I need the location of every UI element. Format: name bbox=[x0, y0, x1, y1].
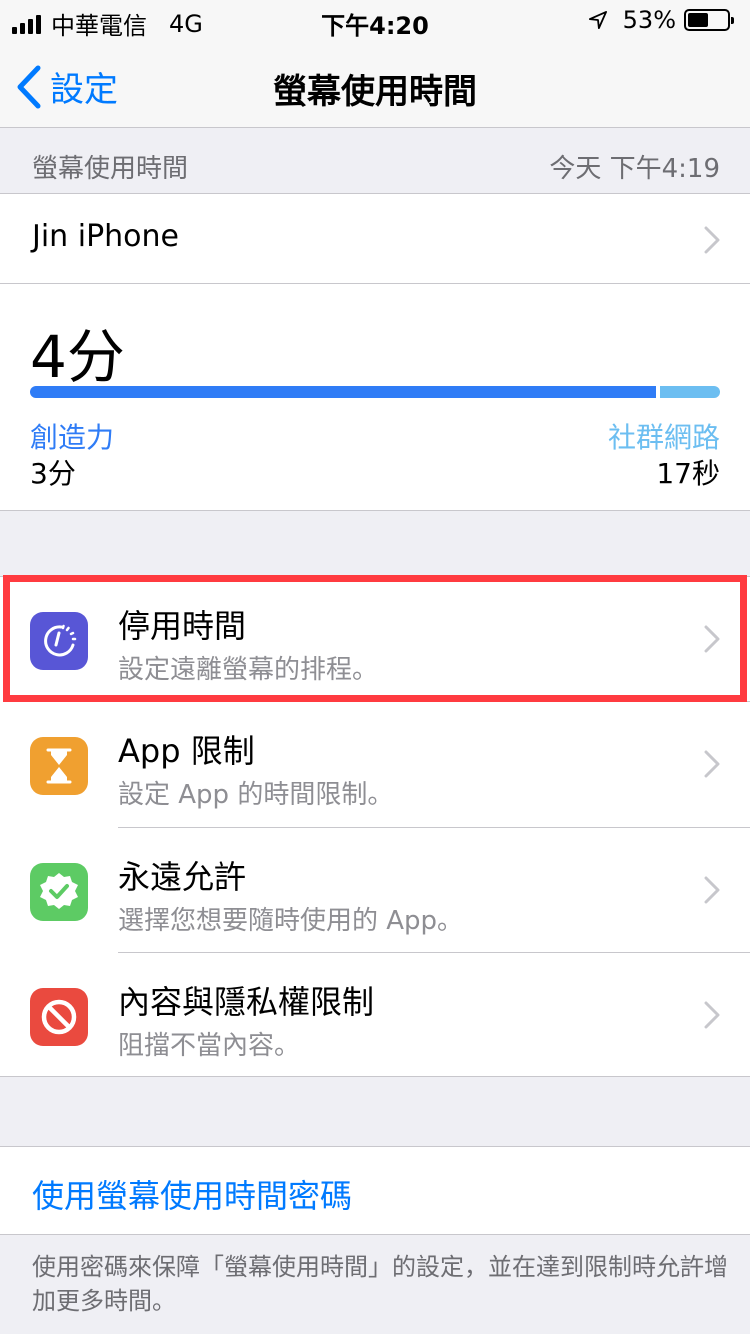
chevron-right-icon bbox=[704, 226, 720, 254]
summary-timestamp: 今天 下午4:19 bbox=[549, 154, 720, 184]
summary-header-label: 螢幕使用時間 bbox=[32, 154, 189, 184]
usage-summary-card: Jin iPhone 4分 創造力 3分 社群網路 17秒 bbox=[0, 193, 750, 511]
chevron-right-icon bbox=[704, 1001, 720, 1029]
status-right: 53% bbox=[588, 6, 734, 34]
battery-fill bbox=[688, 13, 709, 27]
status-bar: 中華電信 4G 下午4:20 53% bbox=[0, 0, 750, 40]
category-value-social: 17秒 bbox=[656, 457, 720, 490]
summary-section-header: 螢幕使用時間 今天 下午4:19 bbox=[0, 128, 750, 194]
list-item-subtitle: 選擇您想要隨時使用的 App。 bbox=[118, 906, 464, 936]
list-item-subtitle: 設定遠離螢幕的排程。 bbox=[118, 655, 379, 685]
page-title: 螢幕使用時間 bbox=[273, 72, 477, 112]
chevron-right-icon bbox=[704, 876, 720, 904]
passcode-section: 使用螢幕使用時間密碼 bbox=[0, 1146, 750, 1235]
passcode-footer-note: 使用密碼來保障「螢幕使用時間」的設定，並在達到限制時允許增加更多時間。 bbox=[32, 1253, 728, 1315]
list-item-subtitle: 設定 App 的時間限制。 bbox=[118, 780, 394, 810]
category-value-creativity: 3分 bbox=[30, 457, 76, 490]
prohibited-icon bbox=[30, 988, 88, 1046]
device-name: Jin iPhone bbox=[32, 219, 179, 254]
list-item-downtime[interactable]: 停用時間 設定遠離螢幕的排程。 bbox=[0, 577, 750, 701]
usage-bar[interactable] bbox=[30, 386, 720, 398]
list-item-app-limits[interactable]: App 限制 設定 App 的時間限制。 bbox=[0, 702, 750, 826]
list-item-title: 內容與隱私權限制 bbox=[118, 983, 375, 1021]
list-item-title: 停用時間 bbox=[118, 607, 247, 645]
total-usage-time: 4分 bbox=[30, 323, 125, 391]
list-item-title: App 限制 bbox=[118, 732, 255, 770]
downtime-icon bbox=[30, 612, 88, 670]
device-row[interactable]: Jin iPhone bbox=[0, 194, 750, 283]
list-item-subtitle: 阻擋不當內容。 bbox=[118, 1031, 301, 1061]
list-item-always-allowed[interactable]: 永遠允許 選擇您想要隨時使用的 App。 bbox=[0, 828, 750, 952]
usage-bar-segment bbox=[30, 386, 657, 398]
use-passcode-button[interactable]: 使用螢幕使用時間密碼 bbox=[32, 1171, 352, 1217]
battery-icon bbox=[684, 9, 734, 31]
chevron-right-icon bbox=[704, 750, 720, 778]
hourglass-icon bbox=[30, 737, 88, 795]
category-label-social: 社群網路 bbox=[607, 421, 720, 454]
screen-time-settings-list: 停用時間 設定遠離螢幕的排程。 App 限制 設定 App 的時間限制。 永遠允… bbox=[0, 576, 750, 1077]
list-item-content-privacy[interactable]: 內容與隱私權限制 阻擋不當內容。 bbox=[0, 953, 750, 1077]
location-arrow-icon bbox=[588, 11, 607, 29]
screen-time-page: 中華電信 4G 下午4:20 53% 設定 螢幕使用時間 螢幕使用時間 今天 下… bbox=[0, 0, 750, 1334]
divider bbox=[0, 283, 750, 284]
checkmark-badge-icon bbox=[30, 863, 88, 921]
list-item-title: 永遠允許 bbox=[118, 858, 247, 896]
chevron-right-icon bbox=[704, 625, 720, 653]
category-label-creativity: 創造力 bbox=[30, 421, 115, 454]
navigation-bar: 設定 螢幕使用時間 bbox=[0, 40, 750, 128]
usage-bar-segment bbox=[660, 386, 720, 398]
battery-percent: 53% bbox=[622, 6, 676, 34]
